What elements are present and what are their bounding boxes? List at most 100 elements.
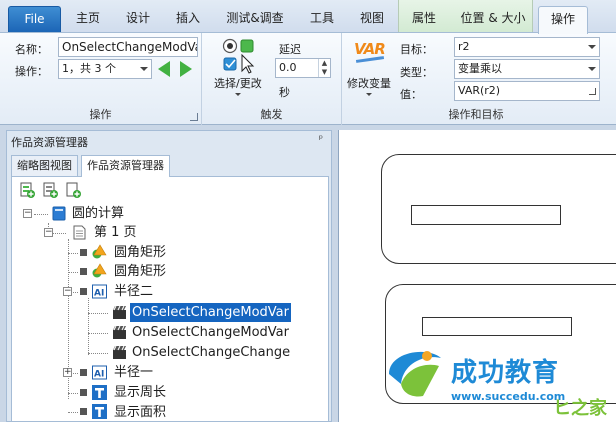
value-input[interactable]: VAR(r2) [454,81,600,101]
operation-select[interactable]: 1，共 3 个 [58,59,152,79]
tab-test-survey[interactable]: 测试&调查 [220,6,290,32]
operation-label: 操作： [15,65,48,78]
watermark-corner-logo: ヒ之家 [553,398,607,419]
select-change-icon[interactable] [222,37,262,77]
tab-home[interactable]: 主页 [66,6,110,32]
tree-node-show-area[interactable]: 显示面积 [114,403,166,422]
page-icon [73,225,86,240]
tree-line [34,214,48,215]
chevron-down-icon [140,67,148,71]
var-icon-text: VAR [354,40,386,58]
target-value: r2 [458,40,470,53]
tab-design[interactable]: 设计 [116,6,160,32]
tab-properties[interactable]: 属性 [402,6,446,32]
tree-line [88,313,108,314]
tree-line [68,253,78,254]
pin-icon[interactable]: ᵖ [319,134,323,145]
delay-value: 0.0 [279,61,297,74]
name-label: 名称： [15,43,48,56]
tree-node-show-perimeter[interactable]: 显示周长 [114,383,166,402]
node-bullet [80,268,87,275]
collapse-toggle[interactable]: − [23,209,32,218]
tree-node-page[interactable]: 第 1 页 [94,223,137,242]
add-chapter-icon[interactable] [42,182,59,199]
action-name-field[interactable]: OnSelectChangeModVar [58,37,198,57]
dialog-launcher-icon[interactable] [190,113,198,121]
tab-tools[interactable]: 工具 [300,6,344,32]
type-select[interactable]: 变量乘以 [454,59,600,79]
value-value: VAR(r2) [458,84,501,97]
tree-node-action-selected[interactable]: OnSelectChangeModVar [130,303,291,322]
previous-action-button[interactable] [158,61,170,77]
input-box-shape[interactable] [422,317,572,336]
chevron-down-icon[interactable] [366,93,372,96]
node-bullet [80,408,87,415]
ribbon-group-op-target: VAR 修改变量 目标： r2 类型： 变量乘以 值： VAR(r2) 操作和目… [342,33,610,125]
tab-insert[interactable]: 插入 [166,6,210,32]
tab-project-explorer[interactable]: 作品资源管理器 [81,155,170,177]
page-canvas[interactable]: 成功教育 www.succedu.com ヒ之家 [338,130,616,422]
tab-actions[interactable]: 操作 [538,6,588,34]
chevron-down-icon [588,67,596,71]
tab-position-size[interactable]: 位置 & 大小 [452,6,534,32]
node-bullet [80,389,87,396]
tree-line [68,393,78,394]
tree-node-rounded-rect-1[interactable]: 圆角矩形 [114,243,166,262]
collapse-toggle[interactable]: − [44,228,53,237]
text-icon [92,404,107,419]
clapperboard-icon [113,305,126,319]
shape-icon [92,263,107,278]
chevron-down-icon[interactable] [235,93,241,96]
delay-input[interactable]: 0.0 ▲ ▼ [275,58,331,78]
operation-select-value: 1，共 3 个 [62,62,116,75]
input-field-icon: AI [92,365,107,380]
book-icon [52,206,66,221]
delay-spinner[interactable]: ▲ ▼ [318,59,330,77]
input-box-shape[interactable] [411,205,561,225]
tree-node-title[interactable]: 圆的计算 [72,204,124,223]
node-bullet [80,369,87,376]
target-select[interactable]: r2 [454,37,600,57]
modify-variable-label[interactable]: 修改变量 [347,75,391,91]
clapperboard-icon [113,345,126,359]
input-field-icon: AI [92,284,107,299]
op-target-group-label: 操作和目标 [448,108,504,121]
next-action-button[interactable] [180,61,192,77]
explorer-tree: − 圆的计算 − 第 1 页 圆角矩形 圆角矩形 − AI 半径二 OnSele… [11,176,329,422]
watermark-brand: 成功教育 [451,358,560,388]
delay-label: 延迟 [279,43,301,56]
watermark-url: www.succedu.com [451,390,566,403]
ribbon-tab-strip: File 主页 设计 插入 测试&调查 工具 视图 属性 位置 & 大小 操作 [0,0,616,34]
select-change-label[interactable]: 选择/更改 [214,75,262,91]
tree-node-rounded-rect-2[interactable]: 圆角矩形 [114,262,166,281]
trigger-group-label: 触发 [260,108,283,121]
node-bullet [80,288,87,295]
clapperboard-icon [113,325,126,339]
modify-variable-icon[interactable]: VAR [354,38,386,64]
add-page-icon[interactable] [19,182,36,199]
ribbon-group-action: 名称： OnSelectChangeModVar 操作： 1，共 3 个 操作 [0,33,202,125]
add-object-icon[interactable] [65,182,82,199]
shape-icon [92,244,107,259]
expand-icon[interactable] [589,88,596,95]
type-value: 变量乘以 [458,62,502,75]
text-icon [92,385,107,400]
action-group-label: 操作 [89,108,112,121]
file-tab[interactable]: File [8,6,61,32]
ribbon-body: 名称： OnSelectChangeModVar 操作： 1，共 3 个 操作 … [0,32,616,125]
tree-line [88,353,108,354]
tab-view[interactable]: 视图 [350,6,394,32]
brand-logo-icon [389,351,441,397]
tree-node-radius-2[interactable]: 半径二 [114,282,153,301]
tree-line [68,412,78,413]
expand-toggle[interactable]: + [63,368,72,377]
tree-node-radius-1[interactable]: 半径一 [114,363,153,382]
pane-title: 作品资源管理器 [11,136,88,149]
ribbon-group-trigger: 选择/更改 延迟 0.0 ▲ ▼ 秒 触发 [202,33,342,125]
tree-node-action[interactable]: OnSelectChangeChange [132,343,290,362]
project-explorer-pane: 作品资源管理器 ᵖ 缩略图视图 作品资源管理器 − 圆的计算 − 第 1 页 圆… [6,130,332,422]
tree-node-action[interactable]: OnSelectChangeModVar [132,323,289,342]
collapse-toggle[interactable]: − [63,287,72,296]
tab-thumbnail-view[interactable]: 缩略图视图 [11,155,78,176]
node-bullet [80,249,87,256]
